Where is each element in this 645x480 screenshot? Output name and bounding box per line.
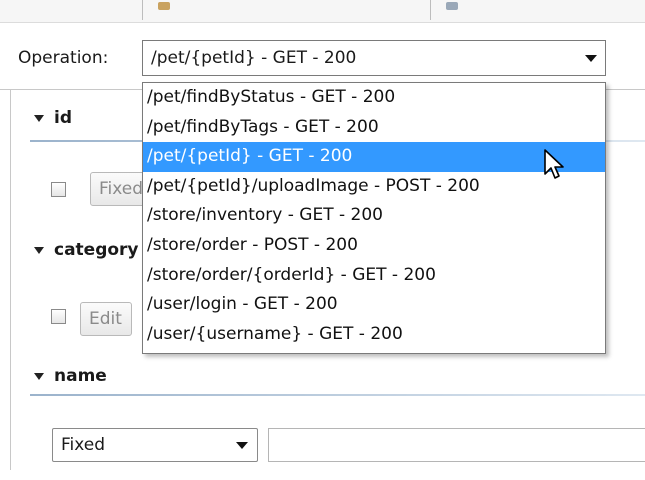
dropdown-option[interactable]: /pet/findByTags - GET - 200: [143, 113, 605, 143]
category-checkbox[interactable]: [51, 309, 66, 324]
section-title-category: category: [54, 240, 139, 260]
triangle-down-icon[interactable]: [34, 114, 44, 122]
id-mode-button[interactable]: Fixed: [90, 172, 146, 206]
section-divider: [30, 394, 645, 396]
category-edit-label: Edit: [89, 309, 122, 329]
dropdown-option[interactable]: /store/order - POST - 200: [143, 231, 605, 261]
name-value-input[interactable]: [268, 428, 645, 462]
dropdown-option[interactable]: /pet/findByStatus - GET - 200: [143, 83, 605, 113]
operation-label: Operation:: [18, 48, 109, 68]
dropdown-option[interactable]: /store/inventory - GET - 200: [143, 201, 605, 231]
toolbar-icon[interactable]: [446, 2, 458, 10]
operation-combo[interactable]: /pet/{petId} - GET - 200: [142, 40, 606, 76]
triangle-down-icon[interactable]: [34, 372, 44, 380]
name-mode-select[interactable]: Fixed: [52, 428, 258, 462]
dropdown-option[interactable]: /pet/{petId}/uploadImage - POST - 200: [143, 172, 605, 202]
operation-dropdown-list[interactable]: /pet/findByStatus - GET - 200/pet/findBy…: [142, 82, 606, 354]
mouse-pointer-icon: [544, 149, 564, 179]
category-edit-button[interactable]: Edit: [80, 302, 132, 336]
name-mode-value: Fixed: [61, 435, 106, 455]
operation-selected-value: /pet/{petId} - GET - 200: [151, 48, 357, 68]
dropdown-option[interactable]: /user/login - GET - 200: [143, 290, 605, 320]
triangle-down-icon[interactable]: [34, 246, 44, 254]
dropdown-option[interactable]: /store/order/{orderId} - GET - 200: [143, 261, 605, 291]
dropdown-option[interactable]: /user/{username} - GET - 200: [143, 320, 605, 350]
toolbar-icon[interactable]: [158, 2, 170, 10]
top-toolbar-strip: [0, 0, 645, 23]
section-header-category[interactable]: category: [34, 240, 139, 260]
panel-left-border: [10, 90, 11, 470]
toolbar-separator: [142, 0, 143, 20]
toolbar-separator: [430, 0, 431, 20]
chevron-down-icon[interactable]: [577, 54, 605, 62]
section-header-name[interactable]: name: [34, 366, 107, 386]
dropdown-option[interactable]: /pet/{petId} - GET - 200: [143, 142, 605, 172]
section-header-id[interactable]: id: [34, 108, 72, 128]
chevron-down-icon[interactable]: [227, 441, 257, 449]
section-title-name: name: [54, 366, 107, 386]
id-checkbox[interactable]: [51, 182, 66, 197]
id-mode-label: Fixed: [99, 179, 144, 199]
section-title-id: id: [54, 108, 72, 128]
